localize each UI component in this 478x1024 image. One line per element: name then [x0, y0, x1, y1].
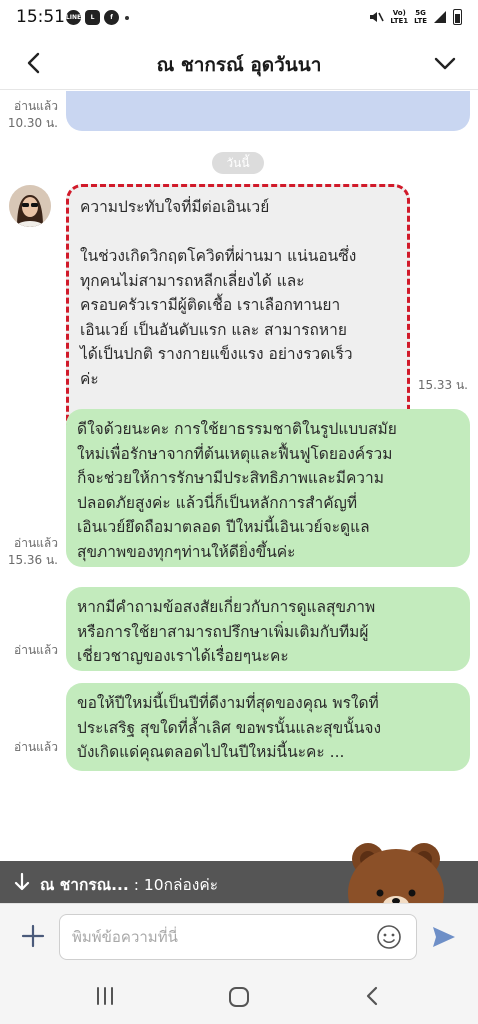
message-text: ความประทับใจที่มีต่อเอินเวย์ ในช่วงเกิดว… [80, 198, 357, 388]
recent-apps-icon[interactable] [94, 986, 116, 1006]
chat-title[interactable]: ณ ชากรณ์ อุดวันนา [60, 50, 418, 80]
previous-message-bubble[interactable] [66, 91, 470, 131]
network-type-indicator: 5G LTE [414, 9, 427, 25]
emoji-icon[interactable] [376, 924, 402, 950]
chevron-down-icon[interactable] [432, 50, 458, 76]
signal-icon [434, 11, 446, 23]
read-receipt: อ่านแล้ว [14, 740, 58, 754]
message-text: ขอให้ปีใหม่นี้เป็นปีที่ดีงามที่สุดของคุณ… [77, 694, 382, 761]
brown-bear-sticker[interactable] [346, 829, 446, 909]
system-navigation-bar [0, 969, 478, 1024]
back-nav-icon[interactable] [362, 985, 384, 1007]
read-receipt: อ่านแล้ว 15.36 น. [7, 536, 58, 567]
message-timestamp: 15.33 น. [417, 378, 468, 392]
facebook-icon: f [104, 10, 119, 25]
read-receipt: อ่านแล้ว [14, 643, 58, 657]
status-time: 15:51 [16, 7, 65, 27]
home-icon[interactable] [228, 986, 250, 1008]
outgoing-message-bubble[interactable]: ขอให้ปีใหม่นี้เป็นปีที่ดีงามที่สุดของคุณ… [66, 683, 470, 771]
chat-header: ณ ชากรณ์ อุดวันนา [0, 36, 478, 90]
battery-icon [453, 9, 462, 25]
message-composer [0, 903, 478, 969]
message-text: หากมีคำถามข้อสงสัยเกี่ยวกับการดูแลสุขภาพ… [77, 598, 376, 665]
send-icon[interactable] [431, 924, 457, 950]
plus-icon[interactable] [20, 923, 46, 949]
status-bar: 15:51 LINE L f Vo) LTE1 5G LTE [0, 0, 478, 36]
volte-indicator: Vo) LTE1 [390, 9, 409, 25]
down-arrow-icon [14, 872, 30, 891]
date-separator: วันนี้ [212, 152, 264, 174]
more-notifications-icon [125, 15, 129, 20]
notice-text: ณ ชากรณ... : 10กล่องค่ะ [40, 876, 219, 894]
previous-read-receipt: อ่านแล้ว 10.30 น. [7, 99, 58, 130]
status-app-icons: LINE L f [66, 10, 129, 25]
back-icon[interactable] [20, 50, 46, 76]
mute-icon [370, 12, 385, 22]
message-input[interactable] [59, 914, 417, 960]
chat-message-list[interactable]: อ่านแล้ว 10.30 น. วันนี้ ความประทับใจที่… [0, 91, 478, 861]
avatar[interactable] [9, 185, 51, 227]
outgoing-message-bubble[interactable]: ดีใจด้วยนะคะ การใช้ยาธรรมชาติในรูปแบบสมั… [66, 409, 470, 567]
outgoing-message-bubble[interactable]: หากมีคำถามข้อสงสัยเกี่ยวกับการดูแลสุขภาพ… [66, 587, 470, 671]
message-text: ดีใจด้วยนะคะ การใช้ยาธรรมชาติในรูปแบบสมั… [77, 420, 397, 561]
line-icon: L [85, 10, 100, 25]
line-icon: LINE [66, 10, 81, 25]
status-indicators: Vo) LTE1 5G LTE [368, 9, 462, 25]
